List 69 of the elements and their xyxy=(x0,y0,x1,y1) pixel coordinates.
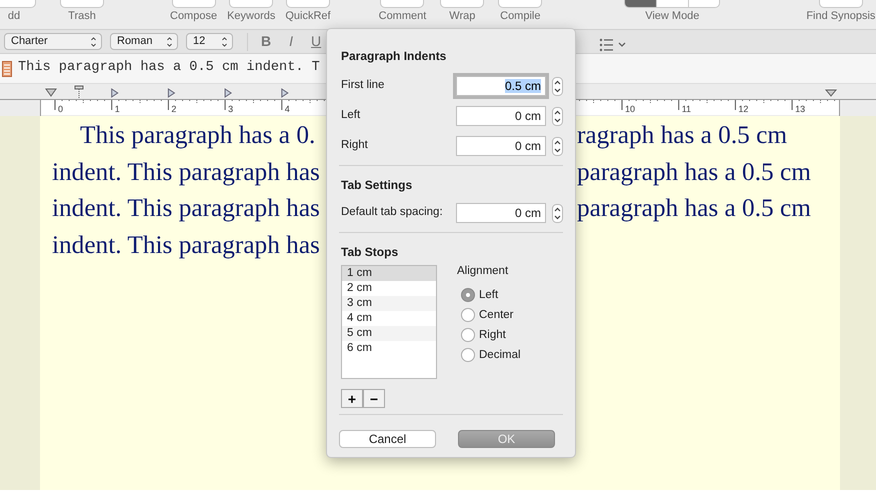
ruler-number: 3 xyxy=(228,104,234,114)
input-field[interactable]: 0 cm xyxy=(456,203,546,223)
tab-stop-marker[interactable] xyxy=(168,88,176,98)
paragraph-text: indent. This paragraph has xyxy=(52,156,321,188)
field-label: First line xyxy=(341,78,386,94)
toolbar-button[interactable]: Compile xyxy=(498,0,542,23)
tab-stop-marker[interactable] xyxy=(111,88,119,98)
list-item[interactable]: 2 cm xyxy=(342,281,436,296)
list-item[interactable]: 3 cm xyxy=(342,296,436,311)
stepper-control[interactable] xyxy=(552,76,563,96)
section-heading: Paragraph Indents xyxy=(341,48,448,65)
ruler-number: 12 xyxy=(738,104,748,114)
paragraph-text: ragraph has a 0.5 cm xyxy=(577,120,788,152)
list-item[interactable]: 6 cm xyxy=(342,341,436,356)
section-heading: Tab Settings xyxy=(341,177,414,194)
field-label: Default tab spacing: xyxy=(341,205,444,220)
ruler-number: 2 xyxy=(171,104,176,114)
toolbar-button[interactable]: Wrap xyxy=(440,0,484,23)
style-select[interactable]: Roman xyxy=(110,33,178,50)
paragraph-text: This paragraph has a 0. xyxy=(80,120,316,152)
paragraph-text: indent. This paragraph has xyxy=(52,193,321,224)
right-indent-marker[interactable] xyxy=(824,90,838,97)
paragraph-text: indent. This paragraph has xyxy=(52,230,321,261)
paragraph-text: paragraph has a 0.5 cm xyxy=(577,193,811,224)
input-field[interactable]: 0.5 cm xyxy=(456,76,546,96)
stepper-control[interactable] xyxy=(552,106,563,126)
add-button[interactable]: + xyxy=(341,389,363,408)
ruler-number: 0 xyxy=(58,104,64,114)
radio-option[interactable]: Right xyxy=(461,325,506,346)
left-indent-marker[interactable] xyxy=(74,86,84,100)
toolbar-button[interactable]: View Mode xyxy=(624,0,720,23)
radio-option[interactable]: Center xyxy=(461,305,514,326)
toolbar-button[interactable]: Compose xyxy=(170,0,218,23)
field-label: Left xyxy=(341,108,362,124)
alignment-label: Alignment xyxy=(457,264,510,279)
cancel-button[interactable]: Cancel xyxy=(339,430,436,448)
ruler-number: 4 xyxy=(284,104,290,114)
list-item[interactable]: 5 cm xyxy=(342,326,436,341)
first-line-indent-marker[interactable] xyxy=(45,88,57,97)
ruler-number: 10 xyxy=(625,104,636,114)
field-label: Right xyxy=(341,138,369,154)
list-item[interactable]: 4 cm xyxy=(342,311,436,326)
toolbar-button[interactable]: Trash xyxy=(60,0,104,23)
section-heading: Tab Stops xyxy=(341,244,400,261)
input-field[interactable]: 0 cm xyxy=(456,106,546,126)
ruler-number: 13 xyxy=(795,104,806,114)
remove-button[interactable]: − xyxy=(363,389,385,408)
stepper-control[interactable] xyxy=(552,136,563,156)
toolbar-button[interactable]: Keywords xyxy=(227,0,276,23)
toolbar-button[interactable]: Comment xyxy=(378,0,426,23)
stepper-control[interactable] xyxy=(552,204,563,222)
ruler-number: 1 xyxy=(114,104,120,114)
size-select[interactable]: 12 xyxy=(186,33,233,50)
tab-stop-marker[interactable] xyxy=(224,88,232,98)
underline-button[interactable]: U xyxy=(306,31,326,52)
toolbar-button[interactable]: dd xyxy=(0,0,36,23)
tab-stop-marker[interactable] xyxy=(281,88,289,98)
list-item[interactable]: 1 cm xyxy=(342,266,436,281)
italic-button[interactable]: I xyxy=(284,31,298,52)
radio-option[interactable]: Decimal xyxy=(461,345,521,366)
document-title: This paragraph has a 0.5 cm indent. T xyxy=(18,59,320,78)
toolbar-button[interactable]: Find Synopsis xyxy=(806,0,876,23)
font-select[interactable]: Charter xyxy=(4,33,102,50)
ruler-number: 11 xyxy=(682,104,692,114)
input-field[interactable]: 0 cm xyxy=(456,136,546,156)
bold-button[interactable]: B xyxy=(256,31,276,52)
toolbar-button[interactable]: QuickRef xyxy=(285,0,331,23)
paragraph-text: paragraph has a 0.5 cm xyxy=(577,156,811,188)
radio-option[interactable]: Left xyxy=(461,285,498,306)
